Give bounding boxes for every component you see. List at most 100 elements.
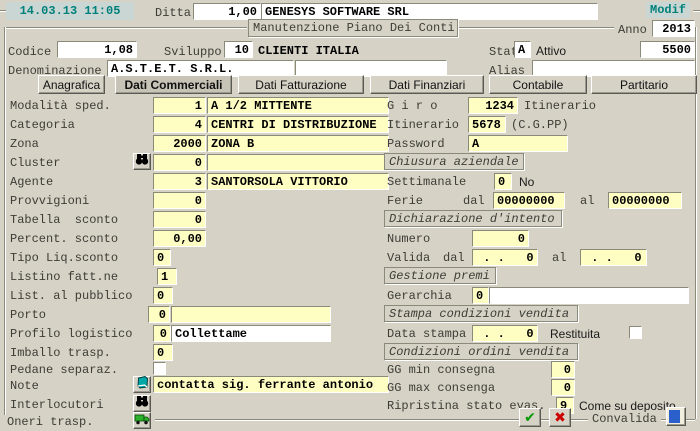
conto-field[interactable]: 5500 [640,41,695,58]
agente-desc-field[interactable]: SANTORSOLA VITTORIO [207,173,389,190]
cluster-lookup-button[interactable] [133,153,151,170]
valida-dal-field[interactable]: . . 0 [472,249,538,266]
ditta-code-field[interactable]: 1,00 [193,3,261,20]
ferie-dal-field[interactable]: 00000000 [493,192,565,209]
gg-max-label: GG max consenga [387,381,495,395]
modif-status-badge: Modif [646,2,690,18]
note-label: Note [10,379,39,393]
gerarchia-label: Gerarchia [387,289,452,303]
listino-pubblico-label: List. al pubblico [10,289,132,303]
gerarchia-code-field[interactable]: 0 [472,287,489,304]
valida-al-label: al [552,251,566,265]
page-title: Manutenzione Piano Dei Conti [248,19,458,37]
tipo-liq-sconto-field[interactable]: 0 [153,249,171,266]
interlocutori-lookup-button[interactable] [133,395,151,412]
frame-line [693,10,700,11]
oneri-label: Oneri trasp. [4,415,96,429]
percent-sconto-field[interactable]: 0,00 [153,230,206,247]
categoria-label: Categoria [10,118,75,132]
tab-anagrafica[interactable]: Anagrafica [38,75,105,94]
tab-partitario[interactable]: Partitario [591,75,697,94]
listino-pubblico-field[interactable]: 0 [153,287,173,304]
imballo-field[interactable]: 0 [153,344,173,361]
restituita-checkbox[interactable] [629,326,642,339]
check-icon: ✔ [524,411,536,425]
notepad-icon [135,375,149,394]
valida-label: Valida [387,251,430,265]
sviluppo-field[interactable]: 10 [224,41,253,58]
valida-al-field[interactable]: . . 0 [580,249,647,266]
data-stampa-field[interactable]: . . 0 [472,325,538,342]
zona-label: Zona [10,137,39,151]
gg-min-field[interactable]: 0 [551,361,575,378]
ditta-label: Ditta [155,6,191,20]
chiusura-aziendale-header: Chiusura aziendale [384,153,524,170]
codice-field[interactable]: 1,08 [57,41,137,58]
itinerario-field[interactable]: 5678 [468,116,506,133]
profilo-logistico-desc-field[interactable]: Collettame [171,325,331,342]
convalida-button[interactable] [666,407,686,426]
ferie-al-field[interactable]: 00000000 [608,192,682,209]
tipo-liq-sconto-label: Tipo Liq.sconto [10,251,118,265]
pedane-checkbox[interactable] [153,362,166,375]
ferie-label: Ferie [387,194,423,208]
listino-fatt-field[interactable]: 1 [157,268,177,285]
note-field[interactable]: contatta sig. ferrante antonio [153,376,389,393]
data-stampa-label: Data stampa [387,327,466,341]
porto-code-field[interactable]: 0 [148,306,170,323]
giro-field[interactable]: 1234 [468,97,518,114]
settimanale-field[interactable]: 0 [494,173,512,190]
anno-field[interactable]: 2013 [652,20,695,37]
cluster-label: Cluster [10,156,60,170]
giro-suffix: Itinerario [524,99,596,113]
binoculars-icon [135,152,149,171]
gerarchia-desc-field[interactable] [489,287,689,304]
tab-dati-fatturazione[interactable]: Dati Fatturazione [238,75,364,94]
gg-max-field[interactable]: 0 [551,379,575,396]
settimanale-desc: No [519,175,534,189]
ferie-al-label: al [580,194,594,208]
note-button[interactable] [133,376,151,393]
zona-code-field[interactable]: 2000 [153,135,206,152]
cancel-button[interactable]: ✖ [549,408,571,427]
cluster-code-field[interactable]: 0 [153,154,206,171]
zona-desc-field[interactable]: ZONA B [207,135,389,152]
provvigioni-field[interactable]: 0 [153,192,206,209]
stampa-condizioni-header: Stampa condizioni vendita [384,305,578,322]
imballo-label: Imballo trasp. [10,346,111,360]
tabella-sconto-field[interactable]: 0 [153,211,206,228]
blue-square-icon [669,410,680,423]
numero-field[interactable]: 0 [472,230,529,247]
tab-dati-finanziari[interactable]: Dati Finanziari [370,75,484,94]
modalita-sped-code-field[interactable]: 1 [153,97,206,114]
porto-desc-field[interactable] [171,306,331,323]
agente-code-field[interactable]: 3 [153,173,206,190]
tab-contabile[interactable]: Contabile [489,75,587,94]
modalita-sped-desc-field[interactable]: A 1/2 MITTENTE [207,97,389,114]
binoculars-icon [135,394,149,413]
ferie-dal-label: dal [463,194,485,208]
agente-label: Agente [10,175,53,189]
sviluppo-desc: CLIENTI ITALIA [258,44,359,58]
frame-line [459,27,614,28]
interlocutori-label: Interlocutori [10,398,104,412]
provvigioni-label: Provvigioni [10,194,89,208]
gg-min-label: GG min consegna [387,363,495,377]
categoria-desc-field[interactable]: CENTRI DI DISTRIBUZIONE [207,116,389,133]
convalida-label: Convalida [588,412,661,426]
app-window: { "colors":{"window_bg":"#d6d2c6","field… [0,0,700,431]
sviluppo-label: Sviluppo [164,45,222,59]
oneri-trasp-button[interactable] [133,412,151,429]
restituita-label: Restituita [550,327,600,341]
listino-fatt-label: Listino fatt.ne [10,270,118,284]
categoria-code-field[interactable]: 4 [153,116,206,133]
x-icon: ✖ [554,411,566,425]
cluster-desc-field[interactable] [207,154,389,171]
ok-button[interactable]: ✔ [519,408,541,427]
stato-field[interactable]: A [514,41,531,58]
profilo-logistico-code-field[interactable]: 0 [153,325,171,342]
itinerario-label: Itinerario [387,118,459,132]
password-field[interactable]: A [468,135,568,152]
ditta-name-field[interactable]: GENESYS SOFTWARE SRL [261,3,598,20]
tab-dati-commerciali[interactable]: Dati Commerciali [115,75,232,94]
